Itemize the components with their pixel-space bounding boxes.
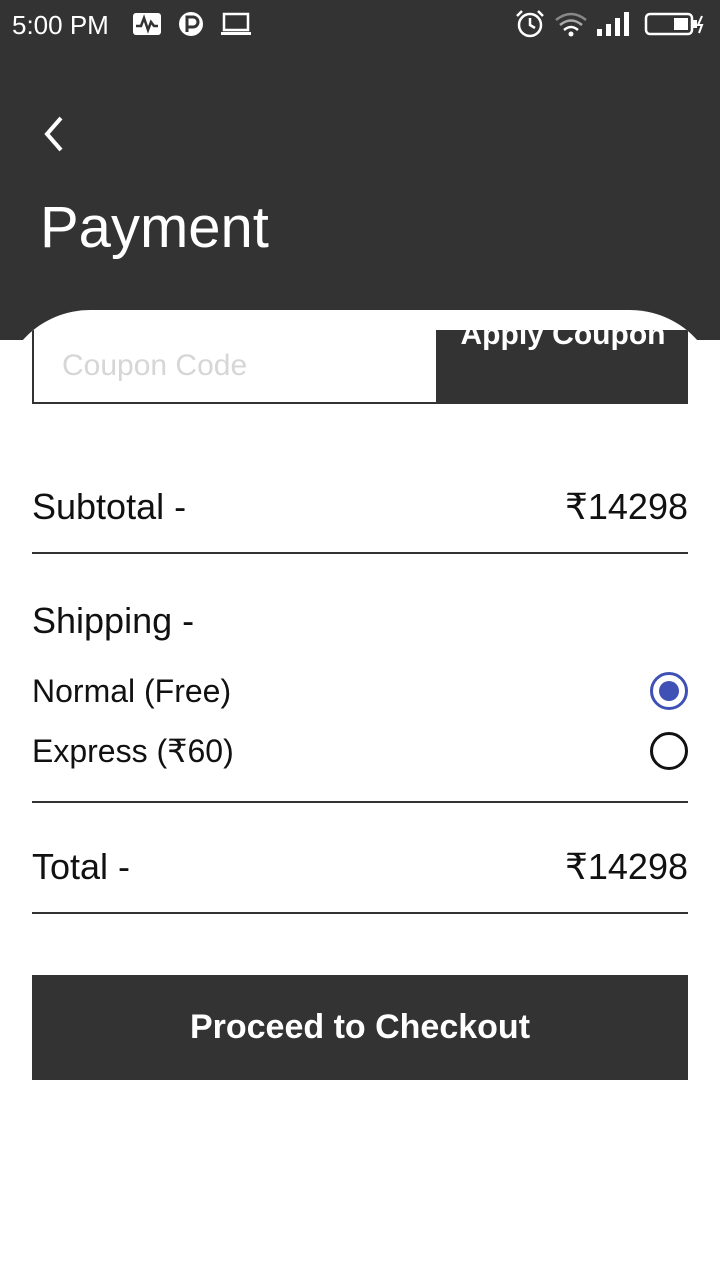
apply-coupon-button[interactable]: Apply Coupon — [438, 320, 688, 404]
express-shipping-radio[interactable] — [650, 732, 688, 770]
radio-selected-dot — [659, 681, 679, 701]
subtotal-label: Subtotal - — [32, 486, 187, 527]
battery-icon — [644, 10, 706, 38]
laptop-icon — [220, 10, 252, 38]
divider — [32, 801, 688, 803]
shipping-option-label: Normal (Free) — [32, 672, 232, 709]
coupon-code-input[interactable] — [32, 330, 438, 404]
subtotal-value: ₹14298 — [564, 486, 688, 527]
back-button[interactable] — [30, 110, 78, 158]
coupon-row: Apply Coupon — [32, 320, 688, 404]
chevron-left-icon — [44, 116, 63, 152]
signal-icon — [596, 10, 632, 38]
activity-icon — [132, 10, 162, 38]
page-title: Payment — [40, 195, 269, 260]
normal-shipping-radio[interactable] — [650, 672, 688, 710]
p-app-icon — [178, 10, 204, 38]
alarm-icon — [514, 10, 546, 38]
divider — [32, 912, 688, 914]
shipping-option-express[interactable]: Express (₹60) — [32, 732, 688, 770]
total-value: ₹14298 — [564, 846, 688, 887]
subtotal-row: Subtotal - ₹14298 — [32, 486, 688, 528]
shipping-option-normal[interactable]: Normal (Free) — [32, 672, 688, 710]
shipping-option-label: Express (₹60) — [32, 733, 234, 769]
status-time: 5:00 PM — [12, 10, 109, 40]
divider — [32, 552, 688, 554]
header: Payment — [0, 50, 720, 340]
wifi-icon — [554, 10, 588, 38]
shipping-label: Shipping - — [32, 600, 195, 641]
proceed-to-checkout-button[interactable]: Proceed to Checkout — [32, 975, 688, 1080]
status-bar: 5:00 PM — [0, 0, 720, 50]
total-label: Total - — [32, 846, 131, 887]
payment-sheet: Apply Coupon Subtotal - ₹14298 Shipping … — [0, 310, 720, 1280]
total-row: Total - ₹14298 — [32, 846, 688, 888]
shipping-row: Shipping - — [32, 600, 688, 642]
